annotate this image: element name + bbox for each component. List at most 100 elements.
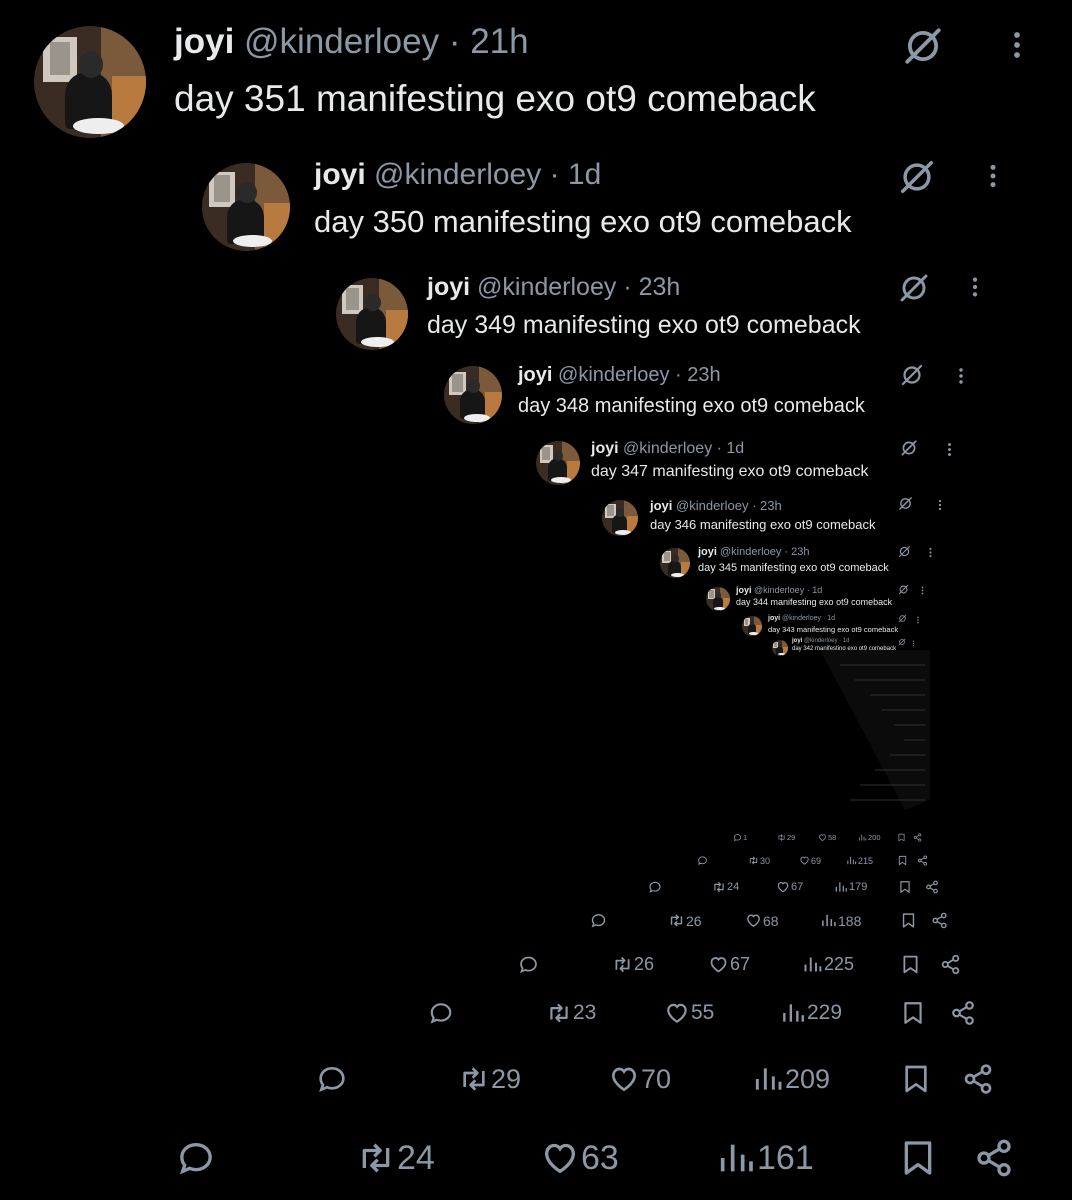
share-button[interactable] [931, 912, 948, 929]
bookmark-button[interactable] [898, 1138, 938, 1178]
like-button[interactable]: 55 [664, 1000, 714, 1026]
author-name[interactable]: joyi [698, 546, 717, 558]
like-button[interactable]: 68 [745, 912, 779, 929]
avatar[interactable] [706, 587, 730, 611]
author-handle[interactable]: @kinderloey [720, 546, 781, 558]
author-name[interactable]: joyi [768, 615, 780, 622]
author-handle[interactable]: @kinderloey [676, 498, 748, 513]
share-button[interactable] [925, 880, 939, 894]
author-name[interactable]: joyi [518, 364, 552, 386]
more-icon[interactable] [942, 442, 957, 457]
reply-button[interactable] [590, 912, 608, 929]
bookmark-button[interactable] [900, 954, 921, 975]
post-time[interactable]: 23h [791, 546, 809, 558]
grok-icon[interactable] [898, 614, 907, 623]
post-time[interactable]: 1d [812, 585, 822, 595]
author-handle[interactable]: @kinderloey [244, 22, 439, 61]
repost-button[interactable]: 30 [748, 855, 770, 866]
views-button[interactable]: 209 [752, 1063, 830, 1095]
like-button[interactable]: 70 [608, 1063, 671, 1095]
more-icon[interactable] [1002, 30, 1032, 60]
grok-icon[interactable] [900, 439, 918, 457]
avatar[interactable] [34, 26, 146, 138]
author-handle[interactable]: @kinderloey [804, 638, 837, 644]
reply-button[interactable] [316, 1063, 349, 1095]
reply-button[interactable] [176, 1138, 217, 1178]
views-button[interactable]: 215 [846, 855, 873, 866]
more-icon[interactable] [952, 367, 970, 385]
views-button[interactable]: 161 [716, 1138, 814, 1178]
share-button[interactable] [962, 1063, 994, 1095]
bookmark-button[interactable] [900, 912, 917, 929]
author-name[interactable]: joyi [591, 440, 619, 457]
post-time[interactable]: 21h [470, 22, 528, 61]
reply-button[interactable] [697, 855, 709, 866]
bookmark-button[interactable] [900, 1063, 932, 1095]
share-button[interactable] [940, 954, 961, 975]
views-button[interactable]: 229 [780, 1000, 842, 1026]
avatar[interactable] [660, 548, 690, 578]
grok-icon[interactable] [898, 638, 906, 646]
more-icon[interactable] [980, 163, 1006, 189]
author-name[interactable]: joyi [736, 585, 752, 595]
repost-button[interactable]: 29 [777, 833, 795, 842]
avatar[interactable] [602, 500, 638, 536]
author-handle[interactable]: @kinderloey [782, 615, 821, 622]
post-time[interactable]: 1d [568, 158, 601, 191]
post-time[interactable]: 1d [843, 638, 850, 644]
like-button[interactable]: 67 [776, 880, 803, 894]
grok-icon[interactable] [898, 545, 911, 558]
views-button[interactable]: 188 [820, 912, 861, 929]
repost-button[interactable]: 26 [612, 954, 654, 975]
author-handle[interactable]: @kinderloey [558, 364, 669, 386]
more-icon[interactable] [964, 276, 986, 298]
repost-button[interactable]: 29 [458, 1063, 521, 1095]
views-button[interactable]: 179 [834, 880, 867, 894]
repost-button[interactable]: 24 [356, 1138, 435, 1178]
grok-icon[interactable] [902, 25, 944, 67]
repost-button[interactable]: 24 [712, 880, 739, 894]
share-button[interactable] [950, 1000, 976, 1026]
reply-button[interactable]: 1 [733, 833, 747, 842]
more-icon[interactable] [910, 640, 917, 647]
more-icon[interactable] [925, 547, 936, 558]
avatar[interactable] [336, 278, 408, 350]
grok-icon[interactable] [898, 158, 936, 196]
author-name[interactable]: joyi [792, 638, 802, 644]
author-name[interactable]: joyi [174, 22, 234, 61]
author-name[interactable]: joyi [314, 158, 366, 191]
reply-button[interactable] [518, 954, 540, 975]
share-button[interactable] [974, 1138, 1014, 1178]
share-button[interactable] [917, 855, 928, 866]
author-handle[interactable]: @kinderloey [477, 273, 616, 301]
grok-icon[interactable] [898, 584, 909, 595]
more-icon[interactable] [934, 499, 946, 511]
avatar[interactable] [742, 616, 762, 636]
repost-button[interactable]: 26 [668, 912, 702, 929]
bookmark-button[interactable] [898, 880, 912, 894]
like-button[interactable]: 69 [799, 855, 821, 866]
reply-button[interactable] [428, 1000, 455, 1026]
repost-button[interactable]: 23 [546, 1000, 596, 1026]
bookmark-button[interactable] [900, 1000, 926, 1026]
post-time[interactable]: 23h [639, 273, 681, 301]
avatar[interactable] [772, 640, 788, 656]
avatar[interactable] [536, 441, 580, 485]
grok-icon[interactable] [898, 496, 913, 511]
grok-icon[interactable] [898, 272, 930, 304]
author-handle[interactable]: @kinderloey [623, 440, 712, 457]
reply-button[interactable] [648, 880, 663, 894]
more-icon[interactable] [918, 586, 927, 595]
author-name[interactable]: joyi [650, 498, 672, 513]
post-time[interactable]: 1d [726, 440, 744, 457]
grok-icon[interactable] [900, 363, 924, 387]
post-time[interactable]: 23h [687, 364, 720, 386]
post-time[interactable]: 1d [827, 615, 835, 622]
author-handle[interactable]: @kinderloey [374, 158, 541, 191]
post-time[interactable]: 23h [760, 498, 782, 513]
views-button[interactable]: 225 [802, 954, 854, 975]
bookmark-button[interactable] [897, 855, 908, 866]
bookmark-button[interactable] [897, 833, 906, 842]
like-button[interactable]: 58 [818, 833, 836, 842]
avatar[interactable] [202, 163, 290, 251]
